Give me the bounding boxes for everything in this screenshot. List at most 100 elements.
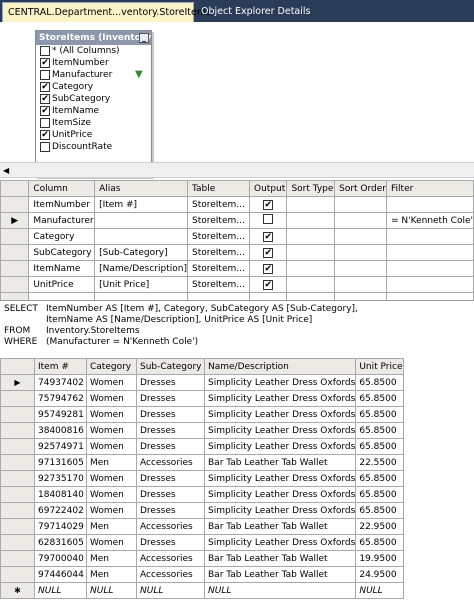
null-cell[interactable]: NULL: [203, 582, 357, 599]
results-cell[interactable]: Dresses: [136, 422, 205, 439]
criteria-cell-output[interactable]: ✔: [249, 276, 288, 293]
table-row[interactable]: 18408140 Women Dresses Simplicity Leather D…: [0, 486, 405, 503]
criteria-cell-table[interactable]: StoreItem...: [186, 260, 251, 277]
results-column-header[interactable]: Sub-Category: [136, 358, 205, 375]
table-row[interactable]: 79714029 Men Accessories Bar Tab Leather Ta…: [0, 518, 405, 535]
results-column-header[interactable]: Unit Price: [355, 358, 405, 375]
output-checkbox[interactable]: ✔: [263, 263, 274, 274]
row-selector[interactable]: [0, 228, 30, 245]
results-cell[interactable]: 65.8500: [355, 534, 405, 551]
results-cell[interactable]: 74937402: [34, 374, 87, 391]
results-cell[interactable]: Bar Tab Leather Tab Wallet: [203, 454, 357, 471]
criteria-cell-sort-order[interactable]: [334, 196, 388, 213]
scroll-left-icon[interactable]: ◀: [3, 165, 13, 176]
column-checkbox[interactable]: [40, 142, 50, 152]
criteria-cell-filter[interactable]: [386, 228, 474, 245]
criteria-row[interactable]: SubCategory [Sub-Category] StoreItem... ✔: [0, 244, 474, 261]
results-cell[interactable]: 19.9500: [355, 550, 405, 567]
tab-storeitems-query[interactable]: CENTRAL.Department...ventory.StoreItems: [2, 2, 211, 22]
criteria-row[interactable]: ItemNumber [Item #] StoreItem... ✔: [0, 196, 474, 213]
tab-object-explorer-details[interactable]: Object Explorer Details: [196, 2, 316, 22]
null-cell[interactable]: NULL: [34, 582, 87, 599]
results-cell[interactable]: 22.9500: [355, 518, 405, 535]
criteria-row[interactable]: Category StoreItem... ✔: [0, 228, 474, 245]
criteria-cell-sort-type[interactable]: [286, 260, 336, 277]
column-checkbox[interactable]: [40, 70, 50, 80]
row-selector[interactable]: [0, 260, 30, 277]
results-cell[interactable]: Men: [86, 518, 137, 535]
table-row[interactable]: 95749281 Women Dresses Simplicity Leather D…: [0, 406, 405, 423]
criteria-cell-table[interactable]: StoreItem...: [186, 244, 251, 261]
results-cell[interactable]: 24.9500: [355, 566, 405, 583]
results-cell[interactable]: Simplicity Leather Dress Oxfords: [203, 406, 357, 423]
results-cell[interactable]: Dresses: [136, 502, 205, 519]
results-cell[interactable]: Accessories: [136, 518, 205, 535]
results-cell[interactable]: Men: [86, 566, 137, 583]
table-column-item[interactable]: * (All Columns): [36, 45, 151, 57]
criteria-cell-table[interactable]: StoreItem...: [186, 196, 251, 213]
criteria-column-header[interactable]: Sort Type: [286, 180, 336, 197]
column-checkbox[interactable]: ✔: [40, 106, 50, 116]
results-cell[interactable]: 95749281: [34, 406, 87, 423]
output-checkbox[interactable]: ✔: [263, 247, 274, 258]
criteria-cell-alias[interactable]: [Unit Price]: [94, 276, 188, 293]
column-checkbox[interactable]: ✔: [40, 94, 50, 104]
results-cell[interactable]: Women: [86, 486, 137, 503]
table-row[interactable]: 38400816 Women Dresses Simplicity Leather D…: [0, 422, 405, 439]
table-window-title[interactable]: StoreItems (Inventory _: [36, 31, 151, 45]
column-checkbox[interactable]: ✔: [40, 82, 50, 92]
criteria-cell-filter[interactable]: [386, 276, 474, 293]
row-selector[interactable]: [0, 422, 35, 439]
results-cell[interactable]: 65.8500: [355, 390, 405, 407]
results-cell[interactable]: 65.8500: [355, 502, 405, 519]
results-cell[interactable]: Accessories: [136, 550, 205, 567]
results-cell[interactable]: Dresses: [136, 486, 205, 503]
results-cell[interactable]: 65.8500: [355, 486, 405, 503]
criteria-cell-sort-order[interactable]: [334, 260, 388, 277]
row-selector[interactable]: [0, 244, 30, 261]
table-row[interactable]: ▶ 74937402 Women Dresses Simplicity Leather …: [0, 374, 405, 391]
table-column-item[interactable]: ✔ ItemNumber: [36, 57, 151, 69]
results-cell[interactable]: 79700040: [34, 550, 87, 567]
criteria-cell-alias[interactable]: [94, 212, 188, 229]
results-cell[interactable]: Women: [86, 374, 137, 391]
results-cell[interactable]: 22.5500: [355, 454, 405, 471]
results-cell[interactable]: Simplicity Leather Dress Oxfords: [203, 374, 357, 391]
results-cell[interactable]: 62831605: [34, 534, 87, 551]
criteria-cell-sort-order[interactable]: [334, 244, 388, 261]
results-cell[interactable]: 92574971: [34, 438, 87, 455]
table-row[interactable]: 62831605 Women Dresses Simplicity Leather D…: [0, 534, 405, 551]
criteria-column-header[interactable]: Sort Order: [334, 180, 388, 197]
results-cell[interactable]: Dresses: [136, 438, 205, 455]
criteria-cell-column[interactable]: ItemName: [28, 260, 96, 277]
row-selector[interactable]: ▶: [0, 212, 30, 229]
criteria-column-header[interactable]: Output: [249, 180, 288, 197]
row-selector[interactable]: ▶: [0, 374, 35, 391]
row-selector[interactable]: [0, 454, 35, 471]
row-selector[interactable]: [0, 470, 35, 487]
criteria-column-header[interactable]: Table: [186, 180, 251, 197]
criteria-column-header[interactable]: Column: [28, 180, 96, 197]
criteria-cell-column[interactable]: Manufacturer: [28, 212, 96, 229]
table-row[interactable]: 75794762 Women Dresses Simplicity Leather D…: [0, 390, 405, 407]
results-cell[interactable]: Women: [86, 470, 137, 487]
table-row[interactable]: 97131605 Men Accessories Bar Tab Leather Ta…: [0, 454, 405, 471]
criteria-cell-output[interactable]: ✔: [249, 196, 288, 213]
diagram-horizontal-scrollbar[interactable]: ◀: [0, 162, 474, 178]
table-column-item[interactable]: Manufacturer ▼: [36, 69, 151, 81]
results-cell[interactable]: Women: [86, 390, 137, 407]
table-column-item[interactable]: ✔ SubCategory: [36, 93, 151, 105]
results-cell[interactable]: Women: [86, 422, 137, 439]
results-cell[interactable]: Simplicity Leather Dress Oxfords: [203, 438, 357, 455]
sql-pane[interactable]: SELECT ItemNumber AS [Item #], Category, …: [0, 300, 474, 356]
results-cell[interactable]: 97131605: [34, 454, 87, 471]
results-cell[interactable]: Dresses: [136, 470, 205, 487]
new-row-icon[interactable]: ✱: [0, 582, 35, 599]
row-selector[interactable]: [0, 486, 35, 503]
criteria-cell-column[interactable]: ItemNumber: [28, 196, 96, 213]
results-cell[interactable]: Bar Tab Leather Tab Wallet: [203, 550, 357, 567]
results-cell[interactable]: Women: [86, 502, 137, 519]
results-cell[interactable]: 69722402: [34, 502, 87, 519]
row-selector[interactable]: [0, 518, 35, 535]
criteria-cell-alias[interactable]: [Item #]: [94, 196, 188, 213]
